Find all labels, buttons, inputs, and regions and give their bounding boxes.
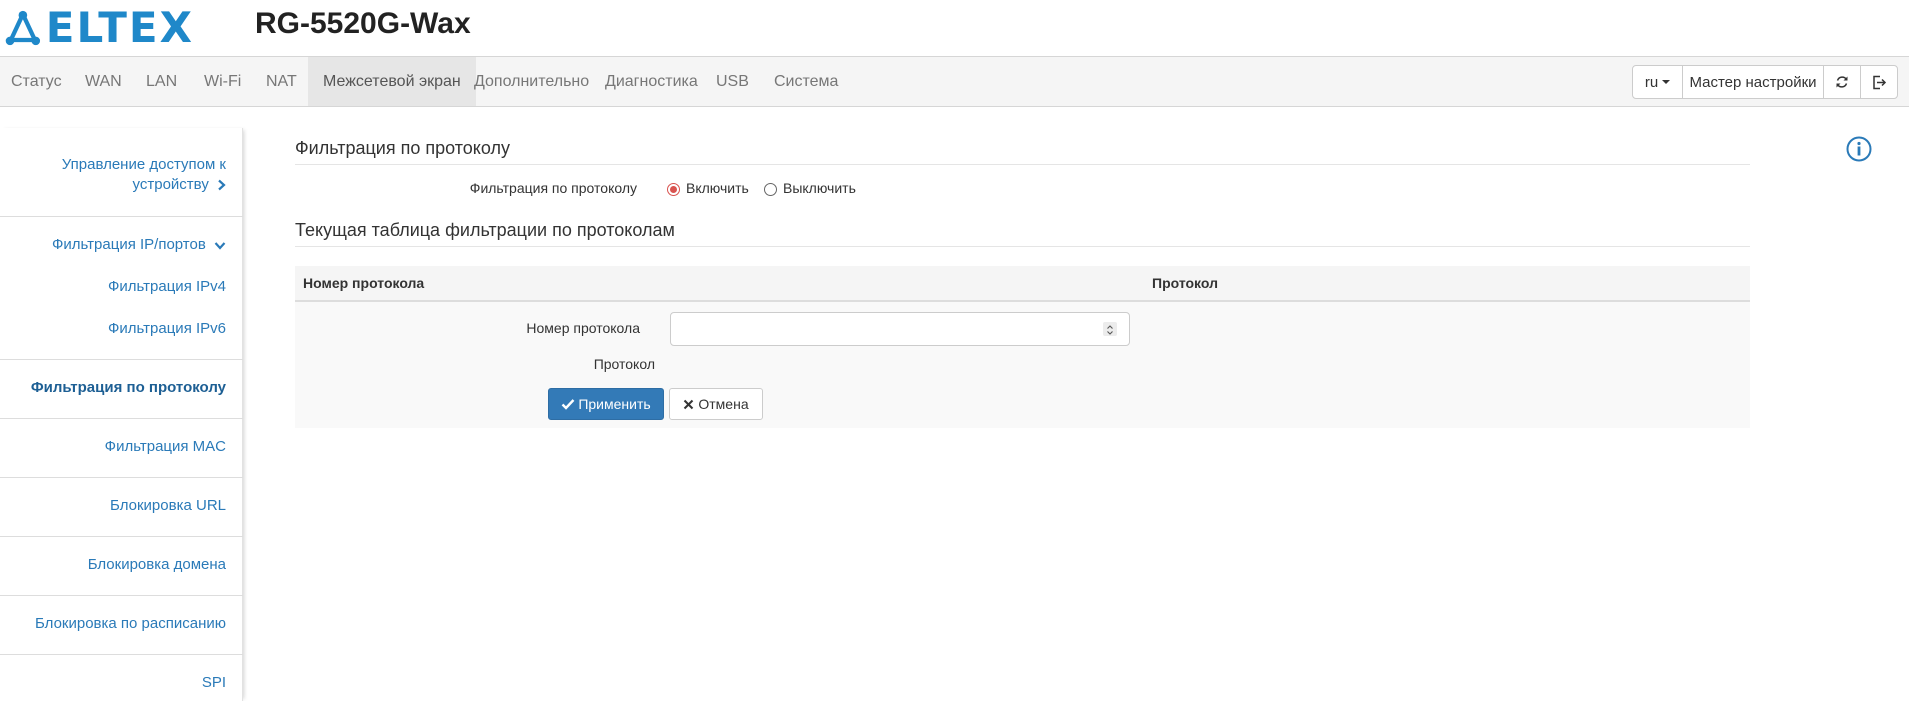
- protocol-label: Протокол: [593, 356, 655, 372]
- sidebar-item-protocol-filter[interactable]: Фильтрация по протоколу: [31, 378, 226, 398]
- sidebar-divider: [0, 536, 243, 537]
- radio-disable[interactable]: [764, 183, 777, 196]
- sidebar-item-ip-port-filter[interactable]: Фильтрация IP/портов: [52, 235, 226, 255]
- column-header-protocol: Протокол: [1152, 275, 1218, 291]
- eltex-logo[interactable]: ELTEX: [4, 6, 194, 50]
- close-icon: [684, 399, 694, 409]
- protocol-filter-label: Фильтрация по протоколу: [469, 180, 637, 196]
- sidebar-item-spi[interactable]: SPI: [202, 673, 226, 693]
- chevron-down-icon: [214, 241, 226, 250]
- nav-firewall[interactable]: Межсетевой экран: [308, 57, 476, 106]
- column-header-protocol-number: Номер протокола: [303, 275, 425, 291]
- nav-nat[interactable]: NAT: [266, 57, 297, 106]
- check-icon: [561, 399, 575, 410]
- sidebar-divider: [0, 216, 243, 217]
- device-model: RG-5520G-Wax: [255, 7, 471, 40]
- section-divider: [295, 164, 1750, 165]
- protocol-number-input[interactable]: [670, 312, 1130, 346]
- header: ELTEX RG-5520G-Wax: [0, 0, 1909, 56]
- sidebar-item-ipv4-filter[interactable]: Фильтрация IPv4: [108, 277, 226, 297]
- nav-advanced[interactable]: Дополнительно: [474, 57, 589, 106]
- refresh-button[interactable]: [1823, 65, 1861, 99]
- sidebar-divider: [0, 418, 243, 419]
- language-value: ru: [1644, 73, 1659, 91]
- table-header: Номер протокола Протокол: [295, 266, 1750, 302]
- sidebar-item-url-block[interactable]: Блокировка URL: [110, 496, 226, 516]
- sidebar: Управление доступом к устройству Фильтра…: [0, 128, 243, 701]
- sidebar-divider: [0, 654, 243, 655]
- nav-wan[interactable]: WAN: [85, 57, 122, 106]
- nav-usb[interactable]: USB: [716, 57, 749, 106]
- nav-system[interactable]: Система: [774, 57, 838, 106]
- apply-button[interactable]: Применить: [548, 388, 664, 420]
- sidebar-item-device-access[interactable]: Управление доступом к устройству: [62, 155, 226, 195]
- radio-enable[interactable]: [667, 183, 680, 196]
- nav-lan[interactable]: LAN: [146, 57, 177, 106]
- top-navbar: Статус WAN LAN Wi-Fi NAT Межсетевой экра…: [0, 56, 1909, 107]
- cancel-button-label: Отмена: [698, 396, 749, 412]
- nav-status[interactable]: Статус: [11, 57, 62, 106]
- logout-button[interactable]: [1860, 65, 1898, 99]
- sidebar-divider: [0, 477, 243, 478]
- sidebar-item-label: Фильтрация IP/портов: [52, 236, 206, 253]
- section-divider: [295, 246, 1750, 247]
- sidebar-item-ipv6-filter[interactable]: Фильтрация IPv6: [108, 319, 226, 339]
- info-icon[interactable]: [1846, 136, 1872, 162]
- cancel-button[interactable]: Отмена: [669, 388, 763, 420]
- sidebar-divider: [0, 595, 243, 596]
- nav-wifi[interactable]: Wi-Fi: [204, 57, 241, 106]
- logo-text: ELTEX: [45, 3, 194, 52]
- sidebar-item-label: устройству: [132, 176, 209, 193]
- spinner-arrows-icon: [1107, 325, 1113, 335]
- toolbar-button-group: ru Мастер настройки: [1632, 65, 1898, 99]
- sidebar-item-mac-filter[interactable]: Фильтрация MAC: [105, 437, 226, 457]
- refresh-icon: [1836, 76, 1848, 88]
- radio-enable-label[interactable]: Включить: [686, 180, 749, 196]
- nav-diagnostics[interactable]: Диагностика: [605, 57, 698, 106]
- language-dropdown[interactable]: ru: [1632, 65, 1683, 99]
- caret-down-icon: [1662, 80, 1671, 84]
- section-title-filter-table: Текущая таблица фильтрации по протоколам: [295, 220, 675, 240]
- section-title-protocol-filter: Фильтрация по протоколу: [295, 138, 510, 158]
- sidebar-item-domain-block[interactable]: Блокировка домена: [88, 555, 226, 575]
- radio-disable-label[interactable]: Выключить: [783, 180, 856, 196]
- setup-wizard-button[interactable]: Мастер настройки: [1682, 65, 1824, 99]
- logout-icon: [1872, 75, 1886, 89]
- protocol-number-label: Номер протокола: [526, 320, 640, 336]
- eltex-logo-mark: [5, 10, 41, 46]
- number-spinner[interactable]: [1103, 322, 1117, 336]
- sidebar-item-label: Управление доступом к: [61, 156, 226, 173]
- sidebar-divider: [0, 359, 243, 360]
- sidebar-item-schedule-block[interactable]: Блокировка по расписанию: [35, 614, 226, 634]
- apply-button-label: Применить: [578, 396, 651, 412]
- chevron-right-icon: [218, 179, 226, 191]
